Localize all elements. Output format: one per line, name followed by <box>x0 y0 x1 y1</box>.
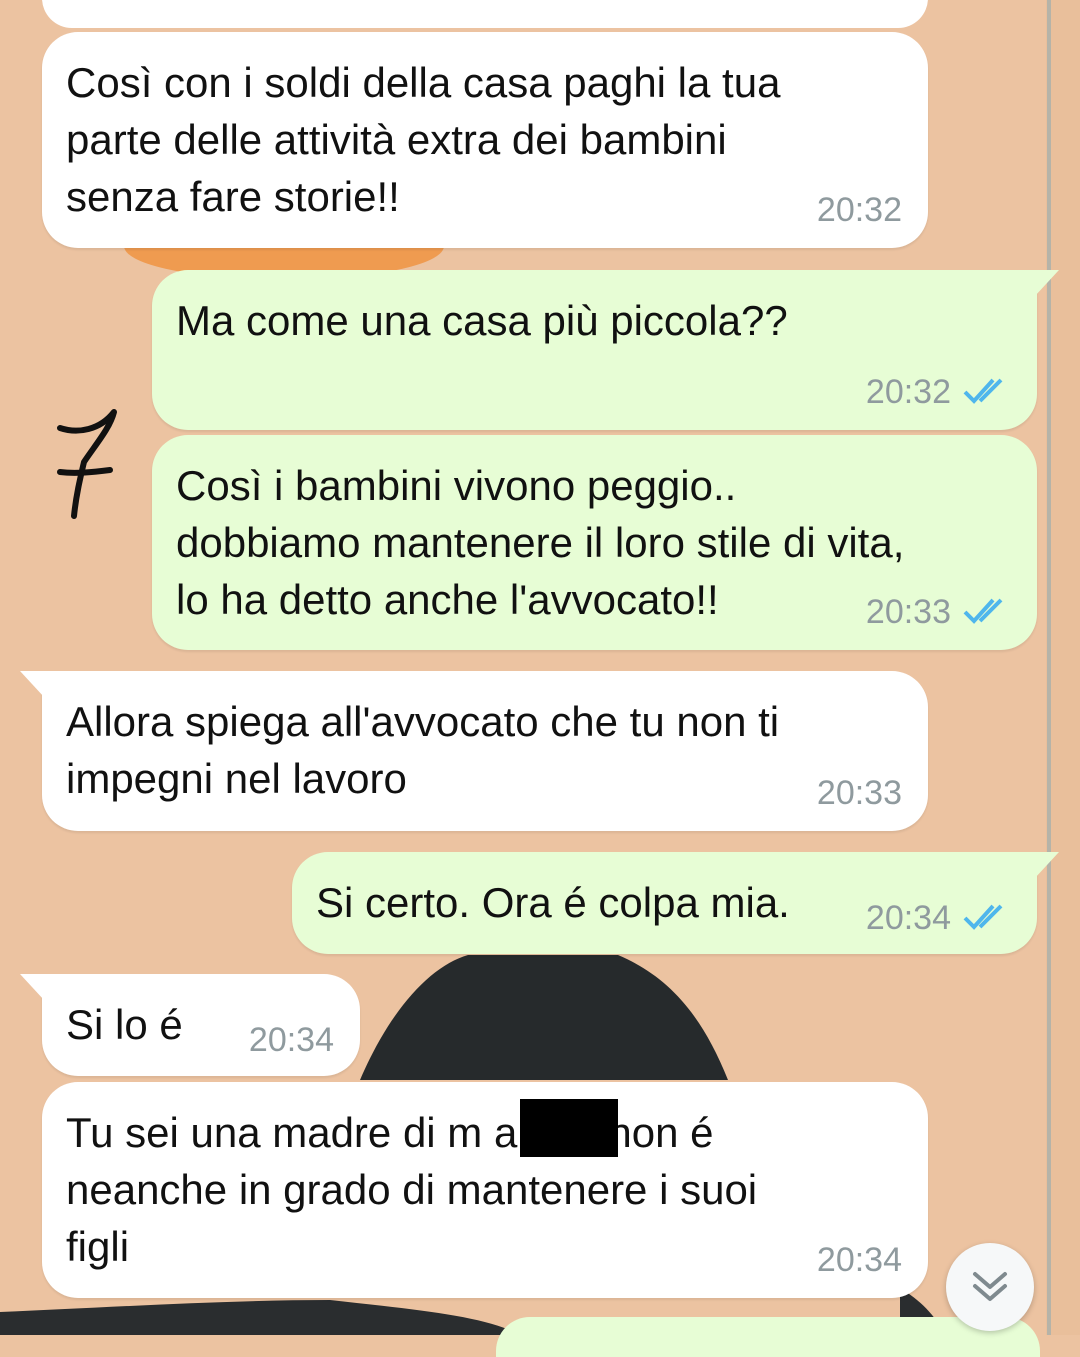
previous-message-bubble[interactable]: 20:32 <box>42 0 928 28</box>
double-check-icon <box>963 378 1003 404</box>
message-meta: 20:32 <box>817 190 902 230</box>
message-bubble-incoming[interactable]: Così con i soldi della casa paghi la tua… <box>42 32 928 248</box>
double-check-icon <box>963 598 1003 624</box>
scroll-edge-strip <box>1046 0 1080 1335</box>
double-check-icon <box>963 904 1003 930</box>
message-bubble-outgoing[interactable]: Ma come una casa più piccola?? 20:32 <box>152 270 1059 430</box>
message-meta: 20:34 <box>249 1020 334 1060</box>
scroll-edge-line <box>1047 0 1051 1335</box>
message-bubble-incoming[interactable]: Si lo é 20:34 <box>20 974 360 1076</box>
message-text: Ma come una casa più piccola?? <box>176 297 788 344</box>
message-meta: 20:34 <box>866 898 1011 938</box>
scroll-to-bottom-button[interactable] <box>946 1243 1034 1331</box>
message-meta: 20:33 <box>866 592 1011 632</box>
message-time: 20:32 <box>815 0 900 8</box>
message-text: Così con i soldi della casa paghi la tua… <box>66 59 781 220</box>
message-time: 20:32 <box>865 373 951 411</box>
message-meta: 20:34 <box>817 1240 902 1280</box>
message-time: 20:34 <box>865 899 951 937</box>
message-bubble-outgoing[interactable]: Così i bambini vivono peggio.. dobbiamo … <box>152 435 1037 650</box>
chevron-down-double-icon <box>973 1272 1007 1301</box>
message-text: Tu sei una madre di m a che non é neanch… <box>66 1109 758 1270</box>
handwritten-seven-mark <box>57 409 117 519</box>
message-text: Allora spiega all'avvocato che tu non ti… <box>66 698 780 802</box>
message-meta: 20:33 <box>817 773 902 813</box>
message-bubble-outgoing[interactable]: Si certo. Ora é colpa mia. 20:34 <box>292 852 1059 954</box>
message-time: 20:32 <box>816 191 902 229</box>
message-time: 20:33 <box>816 774 902 812</box>
message-meta: 20:32 <box>866 372 1011 412</box>
message-time: 20:33 <box>865 593 951 631</box>
message-bubble-incoming[interactable]: Tu sei una madre di m a che non é neanch… <box>42 1082 928 1298</box>
message-time: 20:34 <box>248 1021 334 1059</box>
next-message-bubble[interactable] <box>496 1317 1040 1357</box>
message-bubble-incoming[interactable]: Allora spiega all'avvocato che tu non ti… <box>20 671 928 831</box>
message-time: 20:34 <box>816 1241 902 1279</box>
redaction-box <box>520 1099 618 1157</box>
